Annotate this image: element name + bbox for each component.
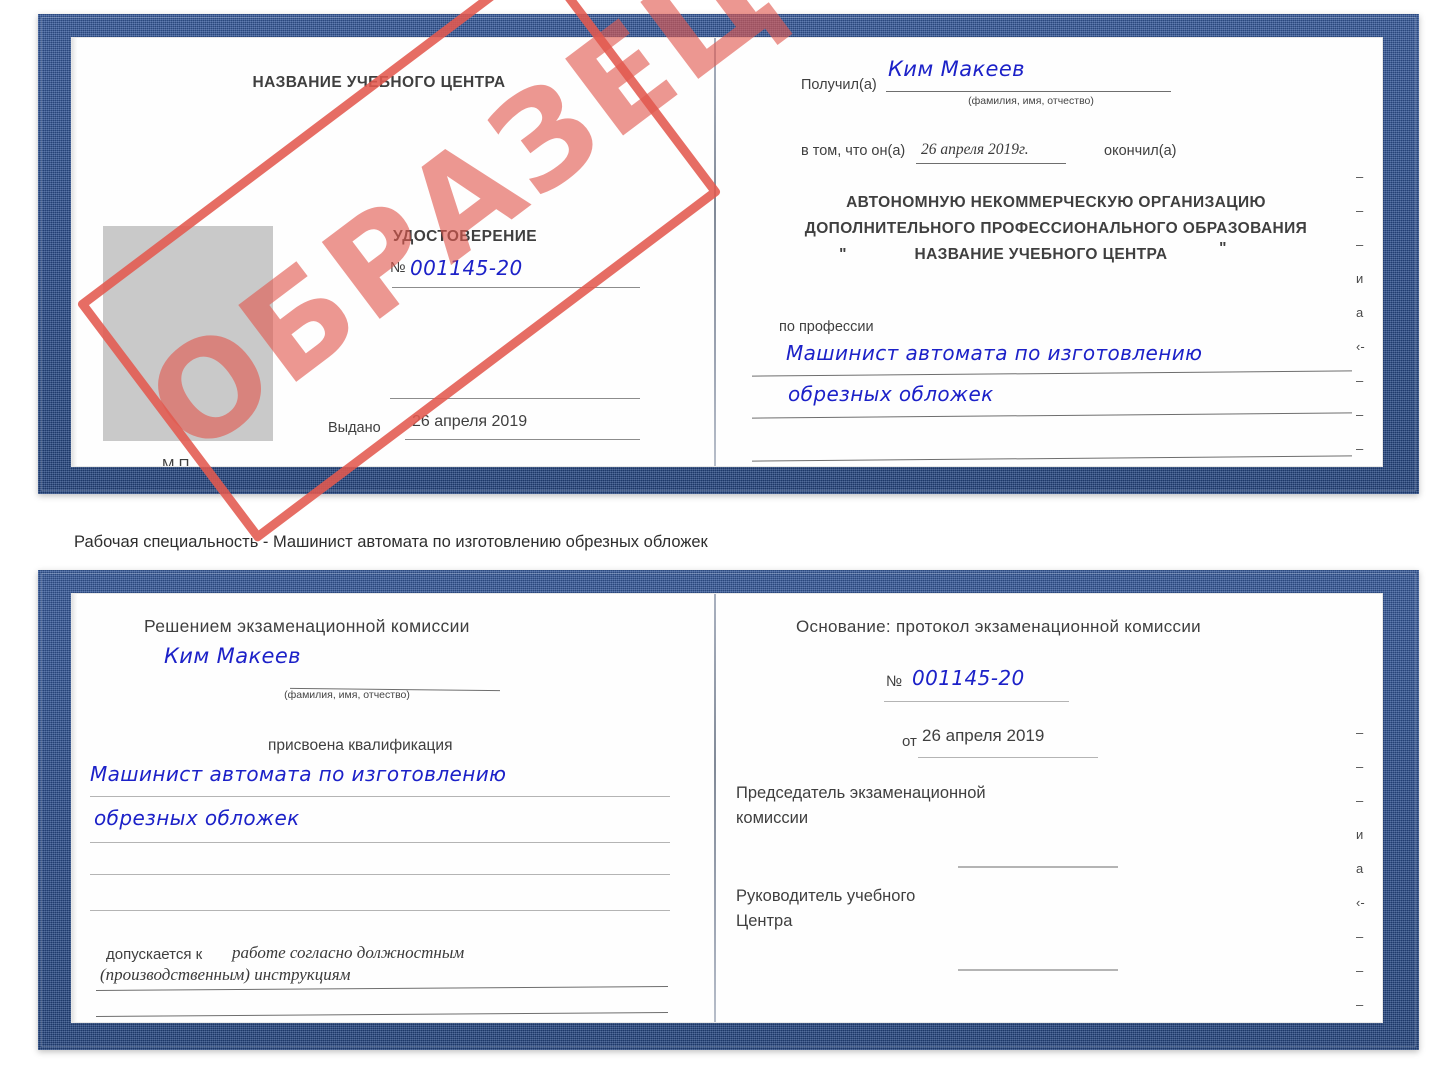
admitted-label: допускается к [106, 946, 203, 963]
doc2-left-page: Решением экзаменационной комиссии Ким Ма… [72, 594, 714, 1022]
profession-line-2: обрезных обложек [788, 382, 994, 406]
edge-fragment: – [1356, 373, 1364, 388]
profession-line-1: Машинист автомата по изготовлению [786, 341, 1203, 365]
issued-label-1: Выдано [328, 420, 381, 436]
blank-rule-2b [90, 910, 670, 911]
org-quote-close: " [1219, 240, 1227, 257]
protocol-from-label: от [902, 733, 917, 750]
org-line-1: АВТОНОМНУЮ НЕКОММЕРЧЕСКУЮ ОРГАНИЗАЦИЮ [846, 194, 1266, 211]
decision-name-value: Ким Макеев [164, 644, 301, 668]
profession-label: по профессии [779, 319, 874, 335]
edge-fragment: а [1356, 305, 1364, 320]
edge-fragment: – [1356, 963, 1364, 978]
issued-value-1: 26 апреля 2019 [412, 413, 528, 430]
admitted-rule-2 [96, 1012, 668, 1017]
issued-rule-1 [405, 439, 640, 440]
edge-fragment: – [1356, 929, 1364, 944]
head-line-1: Руководитель учебного [736, 887, 916, 905]
edge-fragment: и [1356, 271, 1364, 286]
edge-fragment: – [1356, 169, 1364, 184]
number-rule-1 [392, 287, 640, 288]
blank-rule-1 [390, 398, 640, 399]
doc1-left-page: НАЗВАНИЕ УЧЕБНОГО ЦЕНТРА УДОСТОВЕРЕНИЕ №… [72, 38, 714, 466]
edge-fragment: – [1356, 237, 1364, 252]
profession-rule-1 [752, 370, 1352, 377]
qualification-label: присвоена квалификация [268, 737, 453, 754]
in-that-value: 26 апреля 2019г. [921, 141, 1029, 158]
chairman-line-2: комиссии [736, 809, 809, 827]
org-quote-open: " [839, 246, 847, 263]
head-signature-rule [958, 969, 1118, 971]
protocol-from-value: 26 апреля 2019 [922, 726, 1045, 745]
edge-fragment: – [1356, 203, 1364, 218]
edge-fragment: – [1356, 407, 1364, 422]
edge-fragment: ‹- [1356, 339, 1365, 354]
edge-fragment: а [1356, 861, 1364, 876]
fio-hint-1: (фамилия, имя, отчество) [968, 95, 1094, 107]
doc1-right-page: Получил(а) Ким Макеев (фамилия, имя, отч… [716, 38, 1382, 466]
edge-fragment: и [1356, 827, 1364, 842]
certificate-pages-1: НАЗВАНИЕ УЧЕБНОГО ЦЕНТРА УДОСТОВЕРЕНИЕ №… [72, 38, 1382, 466]
received-rule [886, 91, 1171, 92]
profession-rule-2 [752, 412, 1352, 419]
edge-fragment: – [1356, 725, 1364, 740]
certificate-title-1: УДОСТОВЕРЕНИЕ [393, 228, 537, 245]
basis-label: Основание: протокол экзаменационной коми… [796, 617, 1201, 636]
chairman-signature-rule [958, 866, 1118, 868]
org-name: НАЗВАНИЕ УЧЕБНОГО ЦЕНТРА [914, 246, 1168, 263]
admitted-line-2: (производственным) инструкциям [100, 965, 351, 984]
doc1-edge-fragments: – – – и а ‹- – – – – [1356, 170, 1365, 466]
admitted-rule-1 [96, 986, 668, 991]
edge-fragment: – [1356, 793, 1364, 808]
edge-fragment: – [1356, 997, 1364, 1012]
edge-fragment: – [1356, 759, 1364, 774]
number-label-1: № [390, 260, 406, 276]
received-value: Ким Макеев [888, 57, 1025, 81]
decision-heading: Решением экзаменационной комиссии [144, 616, 470, 636]
qualification-rule-1 [90, 796, 670, 797]
qualification-line-1: Машинист автомата по изготовлению [90, 762, 507, 786]
seal-label-1: М.П. [162, 456, 194, 466]
edge-fragment: ‹- [1356, 895, 1365, 910]
certificate-pages-2: Решением экзаменационной комиссии Ким Ма… [72, 594, 1382, 1022]
number-value-1: 001145-20 [410, 256, 523, 280]
protocol-number-label: № [886, 673, 903, 690]
page-caption: Рабочая специальность - Машинист автомат… [74, 533, 708, 551]
head-line-2: Центра [736, 912, 793, 930]
protocol-number-value: 001145-20 [912, 666, 1025, 690]
org-line-2: ДОПОЛНИТЕЛЬНОГО ПРОФЕССИОНАЛЬНОГО ОБРАЗО… [804, 220, 1308, 237]
in-that-rule [916, 163, 1066, 164]
in-that-label: в том, что он(а) [801, 143, 906, 159]
doc2-edge-fragments: – – – и а ‹- – – – – [1356, 726, 1365, 1022]
training-center-name-1: НАЗВАНИЕ УЧЕБНОГО ЦЕНТРА [252, 74, 506, 91]
edge-fragment: – [1356, 441, 1364, 456]
received-label: Получил(а) [801, 77, 877, 93]
fio-hint-2: (фамилия, имя, отчество) [284, 689, 410, 701]
blank-rule-2a [90, 874, 670, 875]
protocol-from-rule [918, 757, 1098, 758]
doc2-right-page: Основание: протокол экзаменационной коми… [716, 594, 1382, 1022]
finished-label: окончил(а) [1104, 143, 1177, 159]
profession-rule-3 [752, 455, 1352, 462]
photo-placeholder [103, 226, 273, 441]
qualification-line-2: обрезных обложек [94, 806, 300, 830]
qualification-rule-2 [90, 842, 670, 843]
protocol-number-rule [884, 701, 1069, 702]
admitted-line-1: работе согласно должностным [232, 943, 465, 962]
chairman-line-1: Председатель экзаменационной [736, 784, 986, 802]
